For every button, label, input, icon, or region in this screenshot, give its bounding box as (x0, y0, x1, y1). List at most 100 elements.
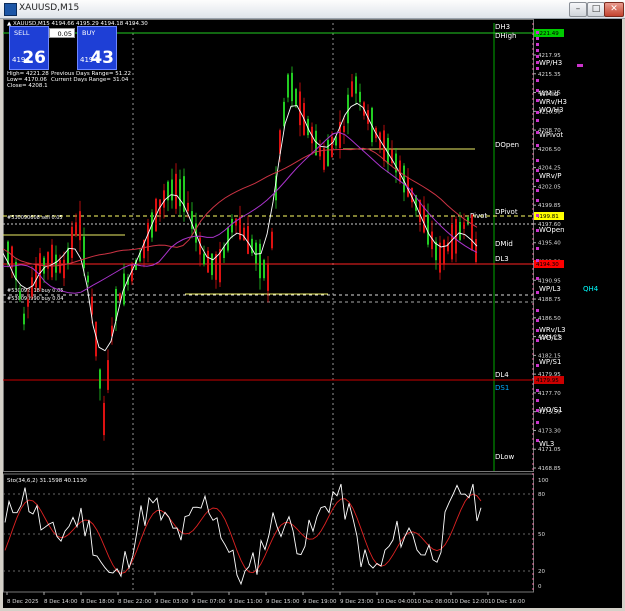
volume-marker-20 (536, 229, 539, 232)
sell-button[interactable]: SELL 4194 26 (9, 26, 49, 70)
oscillator-tick-2: 50 (538, 532, 545, 538)
volume-marker-34 (536, 439, 539, 442)
level-label-5: WO/H3 (539, 106, 564, 114)
sell-price-big: 26 (22, 48, 46, 68)
level-label-23: DLow (495, 453, 514, 461)
candle-body-98 (399, 160, 401, 182)
chart-window[interactable]: ▲ XAUUSD,M15 4194.66 4195.29 4194.18 419… (3, 19, 622, 608)
time-tick-label-6: 9 Dec 11:00 (229, 599, 263, 605)
candle-body-43 (179, 179, 181, 207)
candle-body-7 (35, 265, 37, 288)
candle-body-3 (19, 290, 21, 300)
time-tick-label-5: 9 Dec 07:00 (192, 599, 226, 605)
minimize-button[interactable]: – (569, 2, 587, 17)
candle-body-18 (79, 211, 81, 241)
price-tick-label-1: 4215.35 (538, 72, 561, 78)
candle-body-80 (327, 140, 329, 166)
candle-body-56 (231, 218, 233, 233)
level-label-14: WP/L3 (539, 285, 561, 293)
candle-body-114 (463, 222, 465, 229)
order-label-1: #530092118 buy 0.05 (7, 288, 63, 294)
volume-marker-8 (536, 89, 539, 92)
time-tick-label-7: 9 Dec 15:00 (266, 599, 300, 605)
candle-body-73 (299, 91, 301, 126)
volume-marker-4 (536, 55, 539, 58)
candle-body-41 (171, 179, 173, 201)
level-label-15: QH4 (583, 285, 599, 293)
candle-body-11 (51, 244, 53, 278)
candle-body-85 (347, 94, 349, 124)
price-tag-2: 4194.30 (536, 262, 559, 268)
level-label-0: DH3 (495, 23, 510, 31)
candle-body-117 (475, 239, 477, 262)
candle-body-13 (59, 259, 61, 273)
maximize-button[interactable]: □ (587, 2, 605, 17)
candle-body-64 (263, 259, 265, 279)
volume-marker-9 (536, 99, 539, 102)
price-tag-3: 4179.95 (536, 378, 559, 384)
oscillator-tick-0: 100 (538, 478, 549, 484)
level-label-8: WRv/P (539, 172, 562, 180)
volume-marker-14 (536, 159, 539, 162)
candle-body-17 (75, 222, 77, 236)
time-tick-label-0: 8 Dec 2025 (7, 599, 39, 605)
volume-marker-ext-0 (577, 64, 583, 67)
candle-body-51 (211, 253, 213, 276)
level-label-2: WP/H3 (539, 59, 562, 67)
price-tick-label-22: 4168.85 (538, 466, 561, 472)
level-label-11: WOpen (539, 226, 565, 234)
level-label-22: WL3 (539, 440, 554, 448)
time-tick-label-12: 10 Dec 12:00 (451, 599, 488, 605)
candle-body-70 (287, 74, 289, 98)
candle-body-19 (83, 236, 85, 269)
candle-body-14 (63, 259, 65, 279)
volume-marker-23 (536, 277, 539, 280)
window-title: XAUUSD,M15 (19, 3, 80, 13)
candle-body-60 (247, 226, 249, 254)
candle-body-87 (355, 76, 357, 94)
candle-body-69 (283, 101, 285, 127)
level-label-1: DHigh (495, 32, 516, 40)
time-tick-label-8: 9 Dec 19:00 (303, 599, 337, 605)
order-label-2: #530090990 buy 0.04 (7, 296, 63, 302)
buy-button[interactable]: BUY 4194 43 (77, 26, 117, 70)
time-tick-label-2: 8 Dec 18:00 (81, 599, 115, 605)
level-label-21: WO/S1 (539, 406, 563, 414)
candle-body-116 (471, 214, 473, 251)
volume-marker-32 (536, 409, 539, 412)
price-tag-0: 4221.49 (536, 31, 559, 37)
volume-marker-27 (536, 329, 539, 332)
info-curr-range: Current Days Range= 31.04 (51, 77, 129, 83)
time-tick-label-1: 8 Dec 14:00 (44, 599, 78, 605)
volume-marker-6 (536, 67, 539, 70)
volume-marker-17 (536, 189, 539, 192)
candle-body-95 (387, 137, 389, 165)
candle-body-109 (443, 239, 445, 265)
price-tick-label-14: 4186.50 (538, 316, 561, 322)
candle-body-113 (459, 222, 461, 240)
price-tick-label-8: 4199.85 (538, 203, 561, 209)
price-chart[interactable]: ▲ XAUUSD,M15 4194.66 4195.29 4194.18 419… (3, 19, 622, 608)
volume-marker-28 (536, 339, 539, 342)
level-label-12: DMid (495, 240, 513, 248)
candle-body-25 (107, 360, 109, 390)
candle-body-5 (27, 299, 29, 307)
volume-marker-31 (536, 399, 539, 402)
lot-size-input[interactable]: 0.05 (49, 28, 75, 38)
buy-price-big: 43 (90, 48, 114, 68)
price-tick-label-10: 4195.40 (538, 241, 561, 247)
app-icon (4, 3, 17, 16)
volume-marker-2 (536, 43, 539, 46)
price-tick-label-6: 4204.25 (538, 166, 561, 172)
volume-marker-0 (536, 31, 539, 34)
close-button[interactable]: ✕ (604, 2, 624, 17)
candle-body-86 (351, 81, 353, 97)
time-tick-label-9: 9 Dec 23:00 (340, 599, 374, 605)
candle-body-59 (243, 227, 245, 241)
oscillator-label: Sto(34,6,2) 31.1598 40.1130 (7, 478, 87, 484)
candle-body-50 (207, 250, 209, 273)
buy-label: BUY (82, 29, 96, 37)
volume-marker-18 (536, 199, 539, 202)
price-tick-label-5: 4206.50 (538, 147, 561, 153)
candle-body-20 (87, 275, 89, 283)
